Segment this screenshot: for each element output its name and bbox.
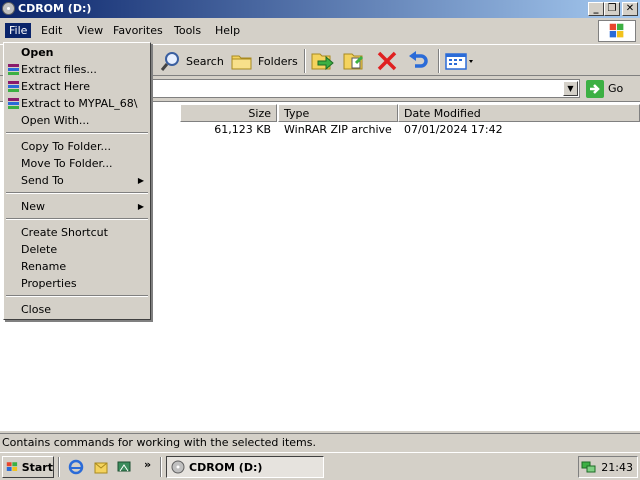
menu-item-properties[interactable]: Properties bbox=[21, 277, 77, 290]
menu-item-copy-to-folder[interactable]: Copy To Folder... bbox=[21, 140, 111, 153]
search-icon bbox=[160, 52, 179, 71]
go-arrow-icon bbox=[586, 79, 604, 98]
menu-item-extract-here[interactable]: Extract Here bbox=[21, 80, 90, 93]
taskbar-separator bbox=[58, 457, 60, 477]
move-to-icon bbox=[311, 53, 334, 71]
menu-item-create-shortcut[interactable]: Create Shortcut bbox=[21, 226, 108, 239]
title-bar: CDROM (D:) _ ❐ ✕ bbox=[0, 0, 640, 18]
winrar-icon bbox=[8, 81, 19, 92]
menu-item-close[interactable]: Close bbox=[21, 303, 51, 316]
copy-to-icon bbox=[343, 53, 364, 70]
close-button[interactable]: ✕ bbox=[622, 2, 638, 16]
menu-help[interactable]: Help bbox=[211, 23, 244, 38]
toolbar-separator bbox=[438, 49, 440, 73]
minimize-button[interactable]: _ bbox=[588, 2, 604, 16]
toolbar-separator bbox=[304, 49, 306, 73]
taskbar: Start » CDROM (D:) 21:43 bbox=[0, 452, 640, 480]
internet-explorer-icon[interactable] bbox=[68, 459, 84, 475]
window-title: CDROM (D:) bbox=[18, 2, 92, 15]
quick-launch-chevron[interactable]: » bbox=[144, 458, 151, 471]
windows-flag-icon bbox=[609, 23, 624, 38]
cell-size: 61,123 KB bbox=[214, 123, 271, 136]
file-menu: Open Extract files... Extract Here Extra… bbox=[3, 42, 151, 320]
search-label: Search bbox=[186, 54, 224, 68]
submenu-arrow-icon: ▶ bbox=[137, 202, 144, 211]
menu-item-move-to-folder[interactable]: Move To Folder... bbox=[21, 157, 113, 170]
column-header-date-modified[interactable]: Date Modified bbox=[398, 104, 640, 122]
address-input[interactable]: ▼ bbox=[150, 79, 580, 98]
winrar-icon bbox=[8, 98, 19, 109]
network-icon[interactable] bbox=[581, 460, 597, 474]
taskbar-window-button[interactable]: CDROM (D:) bbox=[166, 456, 324, 478]
delete-icon bbox=[377, 51, 397, 71]
windows-logo bbox=[598, 20, 636, 42]
status-text: Contains commands for working with the s… bbox=[2, 436, 316, 449]
start-label: Start bbox=[21, 460, 53, 474]
menu-item-delete[interactable]: Delete bbox=[21, 243, 57, 256]
column-header-type[interactable]: Type bbox=[278, 104, 398, 122]
go-button[interactable]: Go bbox=[586, 79, 623, 98]
cdrom-icon bbox=[171, 460, 185, 474]
delete-button[interactable] bbox=[375, 48, 399, 74]
menu-item-send-to[interactable]: Send To bbox=[21, 174, 64, 187]
menu-item-open-with[interactable]: Open With... bbox=[21, 114, 89, 127]
copy-to-button[interactable] bbox=[342, 48, 368, 74]
clock[interactable]: 21:43 bbox=[601, 461, 633, 474]
folders-label: Folders bbox=[258, 54, 298, 68]
winrar-icon bbox=[8, 64, 19, 75]
folders-icon bbox=[231, 55, 252, 70]
menu-file[interactable]: File bbox=[5, 23, 32, 38]
cell-date-modified: 07/01/2024 17:42 bbox=[404, 123, 503, 136]
menu-item-rename[interactable]: Rename bbox=[21, 260, 66, 273]
windows-flag-icon bbox=[6, 462, 18, 471]
menu-item-open[interactable]: Open bbox=[21, 46, 54, 59]
status-bar: Contains commands for working with the s… bbox=[0, 433, 640, 451]
menu-item-new[interactable]: New bbox=[21, 200, 45, 213]
outlook-express-icon[interactable] bbox=[93, 459, 109, 475]
address-dropdown-button[interactable]: ▼ bbox=[563, 81, 578, 96]
menu-separator bbox=[6, 218, 148, 220]
cell-type: WinRAR ZIP archive bbox=[284, 123, 392, 136]
menu-tools[interactable]: Tools bbox=[170, 23, 205, 38]
views-icon bbox=[445, 53, 473, 70]
undo-button[interactable] bbox=[406, 48, 430, 74]
menu-view[interactable]: View bbox=[73, 23, 107, 38]
start-button[interactable]: Start bbox=[2, 456, 54, 478]
system-tray: 21:43 bbox=[578, 456, 638, 478]
menu-separator bbox=[6, 192, 148, 194]
menu-separator bbox=[6, 295, 148, 297]
restore-button[interactable]: ❐ bbox=[604, 2, 620, 16]
menu-item-extract-to-folder[interactable]: Extract to MYPAL_68\ bbox=[21, 97, 137, 110]
cdrom-icon bbox=[2, 2, 15, 15]
views-button[interactable] bbox=[444, 48, 474, 74]
go-label: Go bbox=[608, 82, 624, 95]
undo-icon bbox=[409, 51, 428, 68]
submenu-arrow-icon: ▶ bbox=[137, 176, 144, 185]
move-to-button[interactable] bbox=[310, 48, 336, 74]
menu-separator bbox=[6, 132, 148, 134]
show-desktop-icon[interactable] bbox=[116, 459, 132, 475]
menu-bar: File Edit View Favorites Tools Help bbox=[0, 20, 640, 42]
search-button[interactable]: Search bbox=[160, 48, 224, 74]
menu-edit[interactable]: Edit bbox=[37, 23, 66, 38]
taskbar-window-label: CDROM (D:) bbox=[189, 460, 263, 474]
column-header-size[interactable]: Size bbox=[180, 104, 277, 122]
folders-button[interactable]: Folders bbox=[230, 48, 298, 74]
taskbar-separator bbox=[160, 457, 162, 477]
menu-favorites[interactable]: Favorites bbox=[109, 23, 167, 38]
menu-item-extract-files[interactable]: Extract files... bbox=[21, 63, 97, 76]
